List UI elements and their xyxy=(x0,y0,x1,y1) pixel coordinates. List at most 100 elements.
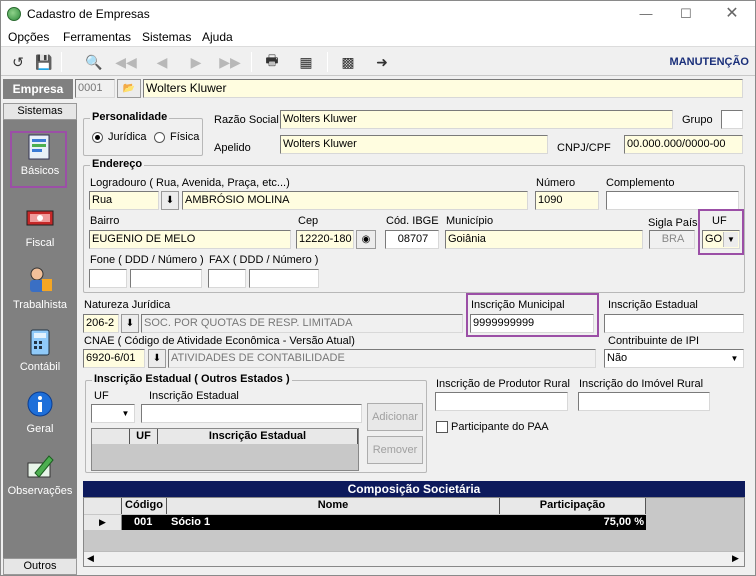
sidebar-item-contabil[interactable]: Contábil xyxy=(3,325,77,385)
fax-ddd-input[interactable] xyxy=(208,269,246,288)
menu-ferramentas[interactable]: Ferramentas xyxy=(63,30,131,44)
cnpj-input[interactable]: 00.000.000/0000-00 xyxy=(624,135,743,154)
remover-button[interactable]: Remover xyxy=(367,436,423,464)
sidebar-item-trabalhista[interactable]: Trabalhista xyxy=(3,263,77,323)
natureza-desc: SOC. POR QUOTAS DE RESP. LIMITADA xyxy=(141,314,463,333)
chevron-down-icon[interactable]: ▼ xyxy=(118,406,133,421)
inscricao-estadual-input[interactable] xyxy=(604,314,744,333)
undo-icon[interactable]: ↺ xyxy=(7,51,29,73)
logradouro-label: Logradouro ( Rua, Avenida, Praça, etc...… xyxy=(90,177,290,189)
menu-sistemas[interactable]: Sistemas xyxy=(142,30,191,44)
sidebar-item-label: Contábil xyxy=(19,361,61,373)
fone-numero-input[interactable] xyxy=(130,269,202,288)
sidebar-item-geral[interactable]: Geral xyxy=(3,387,77,447)
produtor-rural-input[interactable] xyxy=(435,392,568,411)
last-record-icon[interactable]: ▶▶ xyxy=(219,51,241,73)
ie-outros-ie-label: Inscrição Estadual xyxy=(149,390,239,402)
print-icon[interactable]: 🖶 xyxy=(261,51,283,73)
contribuinte-ipi-select[interactable]: Não ▼ xyxy=(604,349,744,368)
cnae-lookup-button[interactable]: ⬇ xyxy=(148,349,166,368)
cnae-desc: ATIVIDADES DE CONTABILIDADE xyxy=(168,349,596,368)
personalidade-group: Personalidade Jurídica Física xyxy=(83,111,203,156)
exit-icon[interactable]: ➜ xyxy=(371,51,393,73)
table-row[interactable]: ▶ 001 Sócio 1 75,00 % xyxy=(84,515,744,530)
bairro-input[interactable]: EUGENIO DE MELO xyxy=(89,230,291,249)
report-icon[interactable]: ▦ xyxy=(295,51,317,73)
row-nome: Sócio 1 xyxy=(171,516,211,528)
close-button[interactable]: ✕ xyxy=(717,5,747,23)
logradouro-input[interactable]: AMBRÓSIO MOLINA xyxy=(182,191,528,210)
contribuinte-ipi-label: Contribuinte de IPI xyxy=(608,335,700,347)
row-codigo: 001 xyxy=(134,516,153,528)
scroll-left-icon[interactable]: ◀ xyxy=(87,553,94,564)
maximize-button[interactable]: ☐ xyxy=(671,5,701,23)
logradouro-lookup-button[interactable]: ⬇ xyxy=(161,191,179,210)
prev-record-icon[interactable]: ◀ xyxy=(151,51,173,73)
apelido-input[interactable]: Wolters Kluwer xyxy=(280,135,548,154)
cep-input[interactable]: 12220-180 xyxy=(296,230,354,249)
natureza-lookup-button[interactable]: ⬇ xyxy=(121,314,139,333)
composicao-col-participacao: Participação xyxy=(500,498,646,514)
composicao-col-codigo: Código xyxy=(122,498,167,514)
cnae-code-input[interactable]: 6920-6/01 xyxy=(83,349,145,368)
produtor-rural-label: Inscrição de Produtor Rural xyxy=(436,378,570,390)
composicao-grid[interactable]: Código Nome Participação ▶ 001 Sócio 1 7… xyxy=(83,497,745,567)
radio-juridica[interactable] xyxy=(92,132,103,143)
empresa-name-field[interactable]: Wolters Kluwer xyxy=(143,79,743,98)
empresa-code-field[interactable]: 0001 xyxy=(75,79,115,98)
horizontal-scrollbar[interactable]: ◀ ▶ xyxy=(84,551,744,566)
numero-input[interactable]: 1090 xyxy=(535,191,599,210)
adicionar-button[interactable]: Adicionar xyxy=(367,403,423,431)
natureza-code-input[interactable]: 206-2 xyxy=(83,314,119,333)
fax-label: FAX ( DDD / Número ) xyxy=(209,254,319,266)
sidebar-footer[interactable]: Outros xyxy=(3,558,77,575)
grupo-input[interactable] xyxy=(721,110,743,129)
fax-numero-input[interactable] xyxy=(249,269,319,288)
calculator-icon[interactable]: ▩ xyxy=(337,51,359,73)
composicao-indicator-col xyxy=(84,498,122,514)
paa-checkbox[interactable] xyxy=(436,421,448,433)
minimize-button[interactable]: — xyxy=(631,5,661,23)
ibge-label: Cód. IBGE xyxy=(386,215,439,227)
municipio-input[interactable]: Goiânia xyxy=(445,230,643,249)
save-icon[interactable]: 💾 xyxy=(33,51,55,73)
ie-outros-ie-input[interactable] xyxy=(141,404,362,423)
complemento-input[interactable] xyxy=(606,191,739,210)
sidebar-item-observacoes[interactable]: Observações xyxy=(3,449,77,509)
menu-opcoes[interactable]: Opções xyxy=(8,30,49,44)
scroll-right-icon[interactable]: ▶ xyxy=(732,553,739,564)
complemento-label: Complemento xyxy=(606,177,675,189)
bairro-label: Bairro xyxy=(90,215,120,227)
sidebar-item-fiscal[interactable]: Fiscal xyxy=(3,201,77,261)
row-participacao: 75,00 % xyxy=(603,516,644,528)
grupo-label: Grupo xyxy=(682,114,713,126)
ie-grid-col-ie: Inscrição Estadual xyxy=(158,429,358,444)
trabalhista-icon xyxy=(30,267,52,292)
next-record-icon[interactable]: ▶ xyxy=(185,51,207,73)
radio-fisica[interactable] xyxy=(154,132,165,143)
numero-label: Número xyxy=(536,177,576,189)
imovel-rural-input[interactable] xyxy=(578,392,710,411)
logradouro-tipo-input[interactable]: Rua xyxy=(89,191,159,210)
inscricao-estadual-label: Inscrição Estadual xyxy=(608,299,698,311)
search-document-icon[interactable]: 🔍 xyxy=(83,51,105,73)
fone-ddd-input[interactable] xyxy=(89,269,127,288)
sidebar: Sistemas Básicos Fiscal Trabalhista Cont… xyxy=(3,103,77,575)
composicao-title: Composição Societária xyxy=(83,481,745,497)
folder-icon[interactable]: 📂 xyxy=(117,79,141,98)
menu-ajuda[interactable]: Ajuda xyxy=(202,30,233,44)
first-record-icon[interactable]: ◀◀ xyxy=(115,51,137,73)
razao-social-input[interactable]: Wolters Kluwer xyxy=(280,110,673,129)
highlight-inscricao-municipal xyxy=(466,293,599,337)
highlight-basicos xyxy=(10,131,67,188)
menu-bar: Opções Ferramentas Sistemas Ajuda xyxy=(1,27,755,47)
binoculars-icon[interactable]: ◉ xyxy=(356,230,376,249)
imovel-rural-label: Inscrição do Imóvel Rural xyxy=(579,378,704,390)
sigla-pais-label: Sigla País xyxy=(648,217,698,229)
ie-outros-grid[interactable]: UF Inscrição Estadual xyxy=(91,428,359,471)
cnpj-label: CNPJ/CPF xyxy=(557,142,611,154)
ie-outros-uf-select[interactable]: ▼ xyxy=(91,404,135,423)
chevron-down-icon[interactable]: ▼ xyxy=(727,351,742,366)
ibge-input[interactable]: 08707 xyxy=(385,230,439,249)
ie-outros-title: Inscrição Estadual ( Outros Estados ) xyxy=(92,373,292,385)
